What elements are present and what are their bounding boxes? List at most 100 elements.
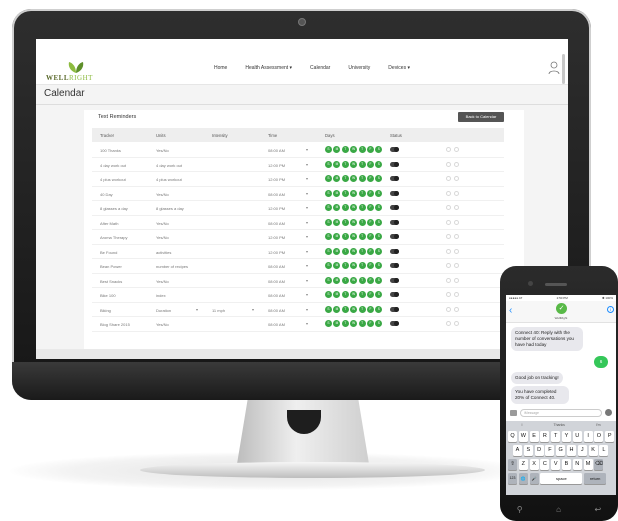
time-cell[interactable]: 12:00 PM — [268, 177, 285, 182]
day-toggle[interactable]: T — [358, 218, 366, 226]
key[interactable]: V — [551, 459, 561, 470]
time-cell[interactable]: 08:00 AM — [268, 279, 285, 284]
day-toggle[interactable]: S — [325, 160, 332, 168]
suggestion[interactable]: I — [521, 421, 522, 429]
time-dropdown-caret-icon[interactable]: ▾ — [306, 292, 308, 297]
day-toggle[interactable]: T — [341, 160, 349, 168]
key[interactable]: M — [583, 459, 593, 470]
home-icon[interactable]: ⌂ — [556, 505, 561, 514]
key[interactable]: I — [583, 431, 593, 442]
day-toggle[interactable]: S — [375, 305, 383, 313]
day-toggle[interactable]: S — [325, 276, 332, 284]
key[interactable]: T — [551, 431, 561, 442]
day-toggle[interactable]: T — [358, 247, 366, 255]
delete-key[interactable]: ⌫ — [594, 459, 604, 470]
back-icon[interactable]: ↩ — [595, 505, 602, 514]
day-toggle[interactable]: F — [366, 276, 374, 284]
time-cell[interactable]: 12:00 PM — [268, 235, 285, 240]
key[interactable]: O — [594, 431, 604, 442]
status-toggle[interactable] — [390, 277, 399, 283]
day-toggle[interactable]: S — [375, 320, 383, 327]
key[interactable]: N — [572, 459, 582, 470]
key[interactable]: H — [566, 445, 576, 456]
back-chevron-icon[interactable]: ‹ — [509, 305, 512, 316]
day-toggle[interactable]: S — [325, 218, 332, 226]
day-toggle[interactable]: W — [350, 160, 358, 168]
day-toggle[interactable]: F — [366, 291, 374, 298]
time-cell[interactable]: 12:00 PM — [268, 206, 285, 211]
key[interactable]: Q — [508, 431, 517, 442]
day-toggle[interactable]: T — [341, 189, 349, 197]
day-toggle[interactable]: T — [358, 262, 366, 269]
delete-icon[interactable] — [454, 277, 459, 283]
day-toggle[interactable]: W — [350, 247, 358, 255]
day-toggle[interactable]: T — [341, 247, 349, 255]
time-dropdown-caret-icon[interactable]: ▾ — [306, 263, 308, 268]
day-toggle[interactable]: T — [341, 262, 349, 269]
edit-icon[interactable] — [446, 161, 451, 167]
key[interactable]: B — [561, 459, 571, 470]
edit-icon[interactable] — [446, 292, 451, 297]
key[interactable]: W — [518, 431, 528, 442]
day-toggle[interactable]: S — [325, 189, 332, 197]
day-toggle[interactable]: W — [350, 262, 358, 269]
key[interactable]: G — [556, 445, 566, 456]
day-toggle[interactable]: M — [333, 291, 341, 298]
day-toggle[interactable]: S — [375, 160, 383, 168]
edit-icon[interactable] — [446, 219, 451, 225]
time-dropdown-caret-icon[interactable]: ▾ — [306, 234, 308, 239]
day-toggle[interactable]: M — [333, 247, 341, 255]
day-toggle[interactable]: F — [366, 320, 374, 327]
key[interactable]: K — [588, 445, 598, 456]
key[interactable]: R — [540, 431, 550, 442]
time-dropdown-caret-icon[interactable]: ▾ — [306, 249, 308, 254]
day-toggle[interactable]: S — [375, 175, 383, 182]
day-toggle[interactable]: S — [375, 189, 383, 197]
status-toggle[interactable] — [390, 234, 399, 239]
day-toggle[interactable]: T — [358, 204, 366, 211]
edit-icon[interactable] — [446, 306, 451, 312]
numbers-key[interactable]: 123 — [508, 473, 517, 484]
day-toggle[interactable]: M — [333, 305, 341, 313]
day-toggle[interactable]: S — [325, 262, 332, 269]
time-dropdown-caret-icon[interactable]: ▾ — [306, 176, 308, 181]
camera-icon[interactable] — [510, 410, 517, 416]
day-toggle[interactable]: S — [375, 233, 383, 240]
key[interactable]: X — [529, 459, 539, 470]
return-key[interactable]: return — [584, 473, 607, 484]
day-toggle[interactable]: T — [358, 233, 366, 240]
day-toggle[interactable]: S — [375, 276, 383, 284]
time-cell[interactable]: 08:00 AM — [268, 264, 285, 269]
microphone-icon[interactable]: 🎤 — [529, 473, 539, 484]
day-toggle[interactable]: S — [375, 291, 383, 298]
status-toggle[interactable] — [390, 205, 399, 210]
day-toggle[interactable]: T — [358, 276, 366, 284]
day-toggle[interactable]: W — [350, 204, 358, 211]
day-toggle[interactable]: S — [375, 247, 383, 255]
time-dropdown-caret-icon[interactable]: ▾ — [306, 278, 308, 283]
day-toggle[interactable]: M — [333, 276, 341, 284]
edit-icon[interactable] — [446, 248, 451, 254]
time-cell[interactable]: 08:00 AM — [268, 293, 285, 298]
info-icon[interactable]: i — [607, 306, 614, 313]
day-toggle[interactable]: T — [341, 320, 349, 327]
day-toggle[interactable]: S — [325, 291, 332, 298]
day-toggle[interactable]: S — [325, 305, 332, 313]
shift-key[interactable]: ⇧ — [508, 459, 517, 470]
delete-icon[interactable] — [454, 263, 459, 268]
key[interactable]: L — [599, 445, 609, 456]
time-dropdown-caret-icon[interactable]: ▾ — [306, 307, 308, 312]
time-cell[interactable]: 08:00 AM — [268, 148, 285, 153]
day-toggle[interactable]: S — [375, 204, 383, 211]
globe-icon[interactable]: 🌐 — [518, 473, 528, 484]
status-toggle[interactable] — [390, 176, 399, 181]
key[interactable]: D — [534, 445, 544, 456]
day-toggle[interactable]: M — [333, 204, 341, 211]
edit-icon[interactable] — [446, 190, 451, 196]
delete-icon[interactable] — [454, 205, 459, 210]
nav-calendar[interactable]: Calendar — [310, 65, 330, 71]
day-toggle[interactable]: T — [358, 160, 366, 168]
key[interactable]: S — [523, 445, 533, 456]
day-toggle[interactable]: W — [350, 233, 358, 240]
day-toggle[interactable]: F — [366, 146, 374, 153]
